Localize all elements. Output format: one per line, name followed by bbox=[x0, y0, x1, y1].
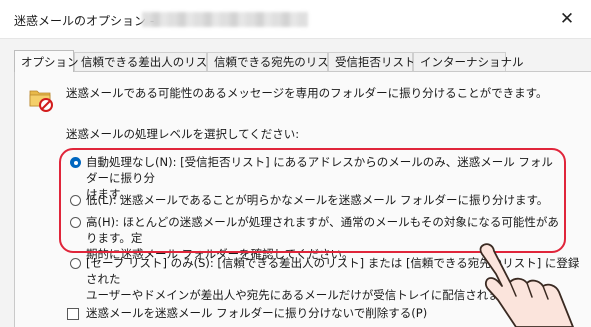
permanently-delete-label[interactable]: 迷惑メールを迷惑メール フォルダーに振り分けないで削除する(P) bbox=[86, 305, 427, 321]
junk-mail-folder-icon bbox=[29, 90, 53, 112]
tab-safe-recipients[interactable]: 信頼できる宛先のリスト bbox=[207, 52, 340, 71]
window-title: 迷惑メールのオプション - bbox=[14, 14, 155, 28]
close-icon[interactable]: ✕ bbox=[556, 8, 578, 30]
permanently-delete-checkbox[interactable] bbox=[67, 308, 79, 320]
blurred-account-name bbox=[142, 12, 308, 27]
tab-options[interactable]: オプション bbox=[14, 50, 79, 72]
tab-blocked-senders[interactable]: 受信拒否リスト bbox=[328, 52, 416, 71]
tab-international[interactable]: インターナショナル bbox=[413, 52, 524, 71]
tab-safe-senders[interactable]: 信頼できる差出人のリスト bbox=[74, 52, 219, 71]
tab-strip: オプション 信頼できる差出人のリスト 信頼できる宛先のリスト 受信拒否リスト イ… bbox=[14, 50, 591, 72]
protection-level-label: 迷惑メールの処理レベルを選択してください: bbox=[66, 127, 300, 141]
intro-text: 迷惑メールである可能性のあるメッセージを専用のフォルダーに振り分けることができま… bbox=[66, 86, 548, 100]
title-bar: 迷惑メールのオプション - ✕ bbox=[0, 0, 591, 39]
junk-mail-options-dialog: 迷惑メールのオプション - ✕ オプション 信頼できる差出人のリスト 信頼できる… bbox=[0, 0, 591, 327]
radio-safe-lists-only[interactable] bbox=[70, 258, 81, 269]
pointing-hand-icon bbox=[479, 243, 574, 327]
